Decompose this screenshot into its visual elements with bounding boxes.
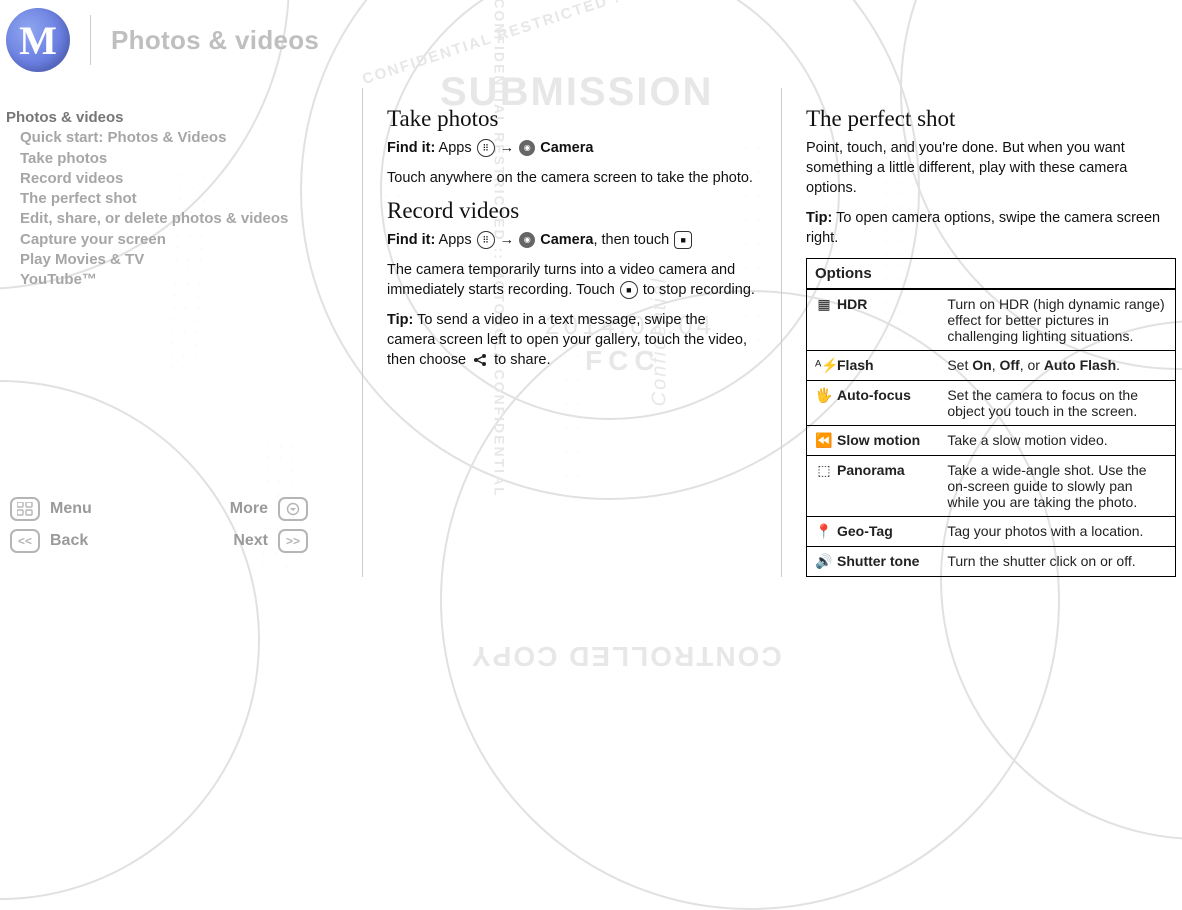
header-divider (90, 15, 91, 65)
option-desc: Tag your photos with a location. (939, 517, 1175, 547)
more-button[interactable]: More (230, 497, 308, 521)
table-row: 🖐Auto-focus Set the camera to focus on t… (807, 381, 1176, 426)
column-divider-2 (781, 88, 782, 577)
slowmotion-icon: ⏪ (815, 432, 833, 449)
motorola-logo: M (6, 8, 70, 72)
option-desc: Set On, Off, or Auto Flash. (939, 351, 1175, 381)
geotag-icon: 📍 (815, 523, 833, 540)
table-row: ▦HDR Turn on HDR (high dynamic range) ef… (807, 289, 1176, 351)
options-table: Options ▦HDR Turn on HDR (high dynamic r… (806, 258, 1176, 577)
content-column-2: The perfect shot Point, touch, and you'r… (806, 88, 1176, 577)
toc-item-edit-share-delete[interactable]: Edit, share, or delete photos & videos (6, 209, 338, 229)
table-of-contents: Photos & videos Quick start: Photos & Vi… (6, 88, 338, 290)
option-desc: Set the camera to focus on the object yo… (939, 381, 1175, 426)
paragraph-record-videos: The camera temporarily turns into a vide… (387, 260, 757, 300)
option-name: Slow motion (837, 432, 920, 448)
hdr-icon: ▦ (815, 296, 833, 313)
toc-item-quick-start[interactable]: Quick start: Photos & Videos (6, 128, 338, 148)
paragraph-take-photos: Touch anywhere on the camera screen to t… (387, 168, 757, 188)
stop-icon: ■ (620, 281, 638, 299)
option-desc: Turn the shutter click on or off. (939, 547, 1175, 577)
menu-button[interactable]: Menu (10, 497, 92, 521)
option-name: HDR (837, 296, 867, 312)
next-button[interactable]: Next >> (233, 529, 308, 553)
column-divider-1 (362, 88, 363, 577)
toc-item-take-photos[interactable]: Take photos (6, 149, 338, 169)
videocam-icon: ■ (674, 231, 692, 249)
autofocus-icon: 🖐 (815, 387, 833, 404)
table-row: ⬚Panorama Take a wide-angle shot. Use th… (807, 456, 1176, 517)
heading-take-photos: Take photos (387, 106, 757, 132)
shuttertone-icon: 🔊 (815, 553, 833, 570)
back-icon: << (10, 529, 40, 553)
option-desc: Take a slow motion video. (939, 426, 1175, 456)
option-name: Flash (837, 357, 874, 373)
camera-icon: ◉ (519, 232, 535, 248)
more-icon (278, 497, 308, 521)
options-header: Options (807, 259, 1176, 290)
table-row: 🔊Shutter tone Turn the shutter click on … (807, 547, 1176, 577)
option-desc: Turn on HDR (high dynamic range) effect … (939, 289, 1175, 351)
find-it-take-photos: Find it: Apps ⠿ → ◉ Camera (387, 138, 757, 158)
share-icon (471, 351, 489, 369)
option-name: Shutter tone (837, 553, 919, 569)
heading-perfect-shot: The perfect shot (806, 106, 1176, 132)
table-row: 📍Geo-Tag Tag your photos with a location… (807, 517, 1176, 547)
toc-item-record-videos[interactable]: Record videos (6, 169, 338, 189)
toc-item-perfect-shot[interactable]: The perfect shot (6, 189, 338, 209)
page-title: Photos & videos (111, 25, 319, 56)
next-label: Next (233, 532, 268, 550)
apps-icon: ⠿ (477, 231, 495, 249)
toc-item-capture-screen[interactable]: Capture your screen (6, 230, 338, 250)
next-icon: >> (278, 529, 308, 553)
camera-icon: ◉ (519, 140, 535, 156)
find-it-record-videos: Find it: Apps ⠿ → ◉ Camera, then touch ■ (387, 230, 757, 250)
menu-icon (10, 497, 40, 521)
tip-record-videos: Tip: To send a video in a text message, … (387, 310, 757, 370)
table-row: ⏪Slow motion Take a slow motion video. (807, 426, 1176, 456)
panorama-icon: ⬚ (815, 462, 833, 479)
more-label: More (230, 500, 268, 518)
sidebar: Photos & videos Quick start: Photos & Vi… (6, 88, 338, 577)
table-row: ᴬ⚡Flash Set On, Off, or Auto Flash. (807, 351, 1176, 381)
apps-icon: ⠿ (477, 139, 495, 157)
flash-icon: ᴬ⚡ (815, 357, 833, 374)
heading-record-videos: Record videos (387, 198, 757, 224)
paragraph-perfect-shot: Point, touch, and you're done. But when … (806, 138, 1176, 198)
back-label: Back (50, 532, 88, 550)
back-button[interactable]: << Back (10, 529, 88, 553)
toc-item-photos-videos[interactable]: Photos & videos (6, 108, 338, 128)
toc-item-youtube[interactable]: YouTube™ (6, 270, 338, 290)
option-name: Geo-Tag (837, 523, 893, 539)
tip-perfect-shot: Tip: To open camera options, swipe the c… (806, 208, 1176, 248)
option-desc: Take a wide-angle shot. Use the on-scree… (939, 456, 1175, 517)
content-column-1: Take photos Find it: Apps ⠿ → ◉ Camera T… (387, 88, 757, 577)
toc-item-play-movies[interactable]: Play Movies & TV (6, 250, 338, 270)
option-name: Panorama (837, 462, 905, 478)
menu-label: Menu (50, 500, 92, 518)
page-header: M Photos & videos (0, 0, 1182, 80)
option-name: Auto-focus (837, 387, 911, 403)
footer-nav: Menu More << Back Next >> (6, 493, 338, 577)
